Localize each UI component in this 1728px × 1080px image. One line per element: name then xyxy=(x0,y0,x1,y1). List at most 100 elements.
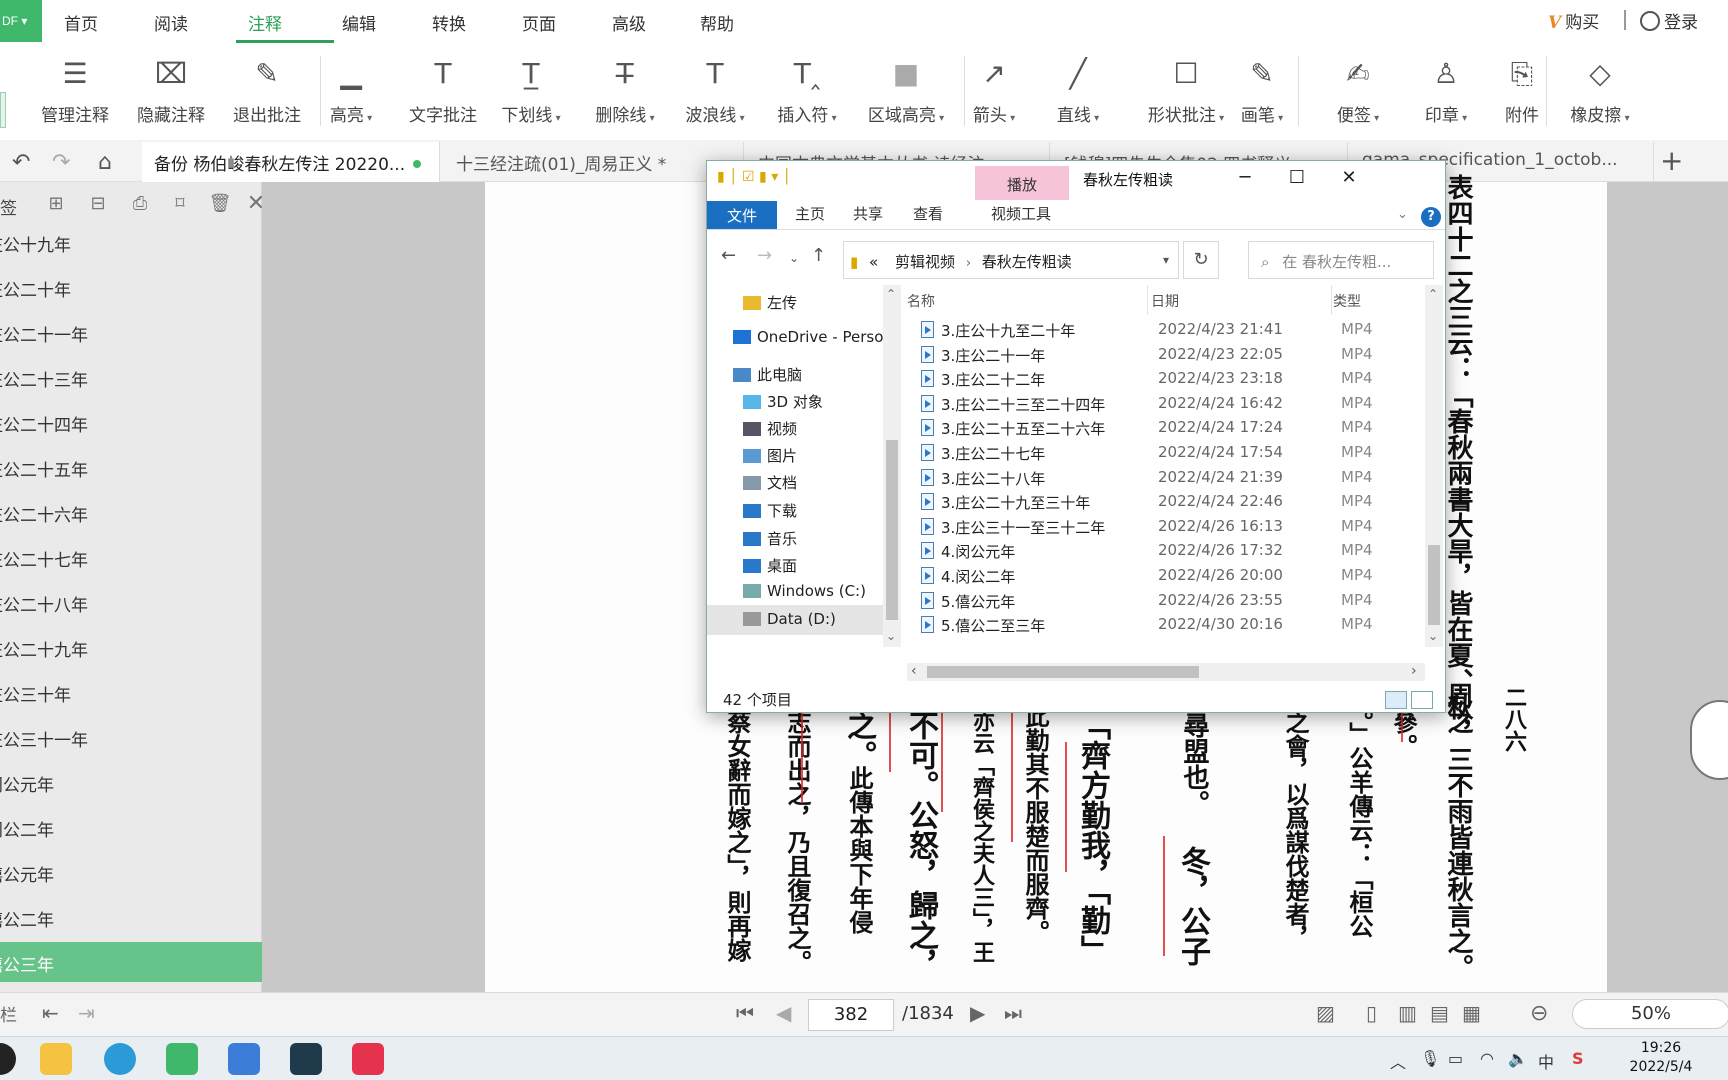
bookmark-item[interactable]: 庄公二十四年 xyxy=(0,402,272,442)
microphone-icon[interactable]: 🎙 xyxy=(1420,1049,1440,1068)
tool-strikethrough[interactable]: T̶ 删除线 ▾ xyxy=(584,44,666,136)
bookmark-item[interactable]: 庄公二十三年 xyxy=(0,357,272,397)
bookmark-item[interactable]: 僖公三年 xyxy=(0,942,270,982)
breadcrumb-overflow[interactable]: « xyxy=(869,253,878,271)
nav-item[interactable]: 文档 xyxy=(707,467,883,497)
page-text-column[interactable]: 「齊方勤我，「勤」 xyxy=(1075,710,1110,965)
red-annotation-line[interactable] xyxy=(941,702,943,812)
page-text-column[interactable]: 志。」公羊傳云：「桓公 xyxy=(1345,686,1374,938)
play-context-tab[interactable]: 播放 xyxy=(975,166,1069,200)
tool-exit-annotate[interactable]: ✎ 退出批注 xyxy=(222,44,312,136)
forward-arrow-icon[interactable]: → xyxy=(757,245,772,266)
file-row[interactable]: 3.庄公二十七年 2022/4/24 17:54 MP4 xyxy=(907,440,1425,467)
ribbon-tab-file[interactable]: 文件 xyxy=(707,201,777,229)
file-row[interactable]: 3.庄公二十八年 2022/4/24 21:39 MP4 xyxy=(907,465,1425,492)
menu-item[interactable]: 高级 xyxy=(612,10,646,35)
tool-stamp[interactable]: ♙ 印章 ▾ xyxy=(1414,44,1478,136)
file-row[interactable]: 3.庄公十九至二十年 2022/4/23 21:41 MP4 xyxy=(907,317,1425,344)
ribbon-expand-icon[interactable]: ⌄ xyxy=(1397,207,1408,222)
file-list-hscrollbar[interactable]: ‹ › xyxy=(907,663,1425,681)
scrollbar-thumb[interactable] xyxy=(1428,545,1440,625)
dropdown-caret-icon[interactable]: ▾ xyxy=(1007,113,1015,124)
scrollbar-thumb[interactable] xyxy=(927,666,1199,678)
column-header-type[interactable]: 类型 xyxy=(1333,291,1361,311)
menu-item[interactable]: 阅读 xyxy=(154,10,188,35)
dropdown-caret-icon[interactable]: ▾ xyxy=(1621,113,1630,124)
edge-browser-icon[interactable] xyxy=(104,1043,136,1075)
scroll-up-icon[interactable]: ⌃ xyxy=(886,287,896,301)
file-row[interactable]: 3.庄公二十一年 2022/4/23 22:05 MP4 xyxy=(907,342,1425,369)
menu-item[interactable]: 帮助 xyxy=(700,10,734,35)
nav-item[interactable]: 音乐 xyxy=(707,523,883,553)
close-window-button[interactable]: ✕ xyxy=(1329,163,1369,193)
column-header-name[interactable]: 名称 xyxy=(907,291,935,311)
home-icon[interactable]: ⌂ xyxy=(98,150,112,175)
nav-item[interactable]: 桌面 xyxy=(707,550,883,580)
maximize-button[interactable]: ☐ xyxy=(1277,163,1317,193)
red-annotation-line[interactable] xyxy=(1163,836,1165,956)
xmind-app-icon[interactable] xyxy=(352,1043,384,1075)
battery-icon[interactable]: ▭ xyxy=(1448,1049,1463,1068)
add-bookmark-icon[interactable]: ⎙ xyxy=(128,192,152,216)
refresh-icon[interactable]: ↻ xyxy=(1183,241,1219,279)
expand-all-icon[interactable]: ⊞ xyxy=(44,192,68,216)
dropdown-caret-icon[interactable]: ▾ xyxy=(936,113,944,124)
bookmark-item[interactable]: 庄公二十九年 xyxy=(0,627,272,667)
column-divider[interactable] xyxy=(1147,285,1148,315)
tool-attachment[interactable]: ⎘ 附件 xyxy=(1490,44,1554,136)
file-row[interactable]: 3.庄公二十二年 2022/4/23 23:18 MP4 xyxy=(907,366,1425,393)
start-button[interactable] xyxy=(0,1043,16,1075)
tool-wavy-line[interactable]: T 波浪线 ▾ xyxy=(674,44,756,136)
first-page-icon[interactable]: ⏮ xyxy=(736,1001,754,1025)
tool-manage-notes[interactable]: ☰ 管理注释 xyxy=(30,44,120,136)
file-row[interactable]: 4.闵公元年 2022/4/26 17:32 MP4 xyxy=(907,538,1425,565)
tool-arrow[interactable]: ↗ 箭头 ▾ xyxy=(962,44,1026,136)
page-text-column[interactable]: 殿之會，以爲謀伐楚者， xyxy=(1281,686,1310,950)
file-row[interactable]: 3.庄公二十五至二十六年 2022/4/24 17:24 MP4 xyxy=(907,415,1425,442)
page-text-column[interactable]: 周之 xyxy=(1443,682,1473,734)
book-mode-icon[interactable]: ▦ xyxy=(1462,1001,1481,1025)
bookmark-item[interactable]: 僖公二年 xyxy=(0,897,272,937)
next-view-icon[interactable]: ⇥ xyxy=(78,1001,95,1025)
photos-app-icon[interactable] xyxy=(228,1043,260,1075)
back-arrow-icon[interactable]: ← xyxy=(721,245,736,266)
login-button[interactable]: 登录 xyxy=(1640,8,1698,33)
help-icon[interactable]: ? xyxy=(1421,207,1441,227)
fit-page-icon[interactable]: ▨ xyxy=(1316,1001,1335,1025)
ribbon-tab-view[interactable]: 查看 xyxy=(913,203,943,224)
file-row[interactable]: 3.庄公三十一至三十二年 2022/4/26 16:13 MP4 xyxy=(907,514,1425,541)
bookmark-item[interactable]: 闵公二年 xyxy=(0,807,272,847)
page-text-column[interactable]: 蔡女辭而嫁之」，則再嫁 xyxy=(723,710,752,962)
volume-icon[interactable]: 🔈 xyxy=(1508,1049,1528,1068)
quick-access-toolbar[interactable]: ▮ │ ☑ ▮ ▾ │ xyxy=(717,169,791,185)
dropdown-caret-icon[interactable]: ▾ xyxy=(828,113,837,124)
up-arrow-icon[interactable]: ↑ xyxy=(811,245,826,266)
page-text-column[interactable]: 不可。公怒，歸之， xyxy=(903,710,938,980)
breadcrumb-item[interactable]: 春秋左传粗读 xyxy=(982,253,1072,271)
prev-view-icon[interactable]: ⇤ xyxy=(42,1001,59,1025)
bookmark-item[interactable]: 庄公三十一年 xyxy=(0,717,272,757)
tool-text-note[interactable]: T 文字批注 xyxy=(398,44,488,136)
nav-item[interactable]: Data (D:) xyxy=(707,605,883,635)
video-editor-icon[interactable] xyxy=(290,1043,322,1075)
red-annotation-line[interactable] xyxy=(801,712,803,802)
dropdown-caret-icon[interactable]: ▾ xyxy=(1275,113,1283,124)
continuous-page-icon[interactable]: ▤ xyxy=(1430,1001,1449,1025)
file-explorer-app-icon[interactable] xyxy=(40,1043,72,1075)
nav-item[interactable]: 下载 xyxy=(707,495,883,525)
ribbon-tab-home[interactable]: 主页 xyxy=(795,203,825,224)
nav-item[interactable]: Windows (C:) xyxy=(707,577,883,607)
page-text-column[interactable]: 亦云「齊侯之夫人三」，王 xyxy=(969,710,995,963)
file-row[interactable]: 5.僖公元年 2022/4/26 23:55 MP4 xyxy=(907,588,1425,615)
menu-item[interactable]: 注释 xyxy=(248,10,282,35)
scroll-down-icon[interactable]: ⌄ xyxy=(886,629,896,643)
dropdown-caret-icon[interactable]: ▾ xyxy=(1459,113,1467,124)
nav-item[interactable]: 左传 xyxy=(707,287,883,317)
menu-item[interactable]: 页面 xyxy=(522,10,556,35)
page-text-column[interactable]: 此傳本與下年侵 xyxy=(845,766,874,934)
page-text-column[interactable]: 志而出之，乃且復召之。 xyxy=(783,710,812,974)
details-view-icon[interactable] xyxy=(1385,691,1407,709)
ribbon-tab-share[interactable]: 共享 xyxy=(853,203,883,224)
new-tab-button[interactable]: + xyxy=(1660,144,1683,177)
tool-area-highlight[interactable]: ■ 区域高亮 ▾ xyxy=(858,44,954,136)
